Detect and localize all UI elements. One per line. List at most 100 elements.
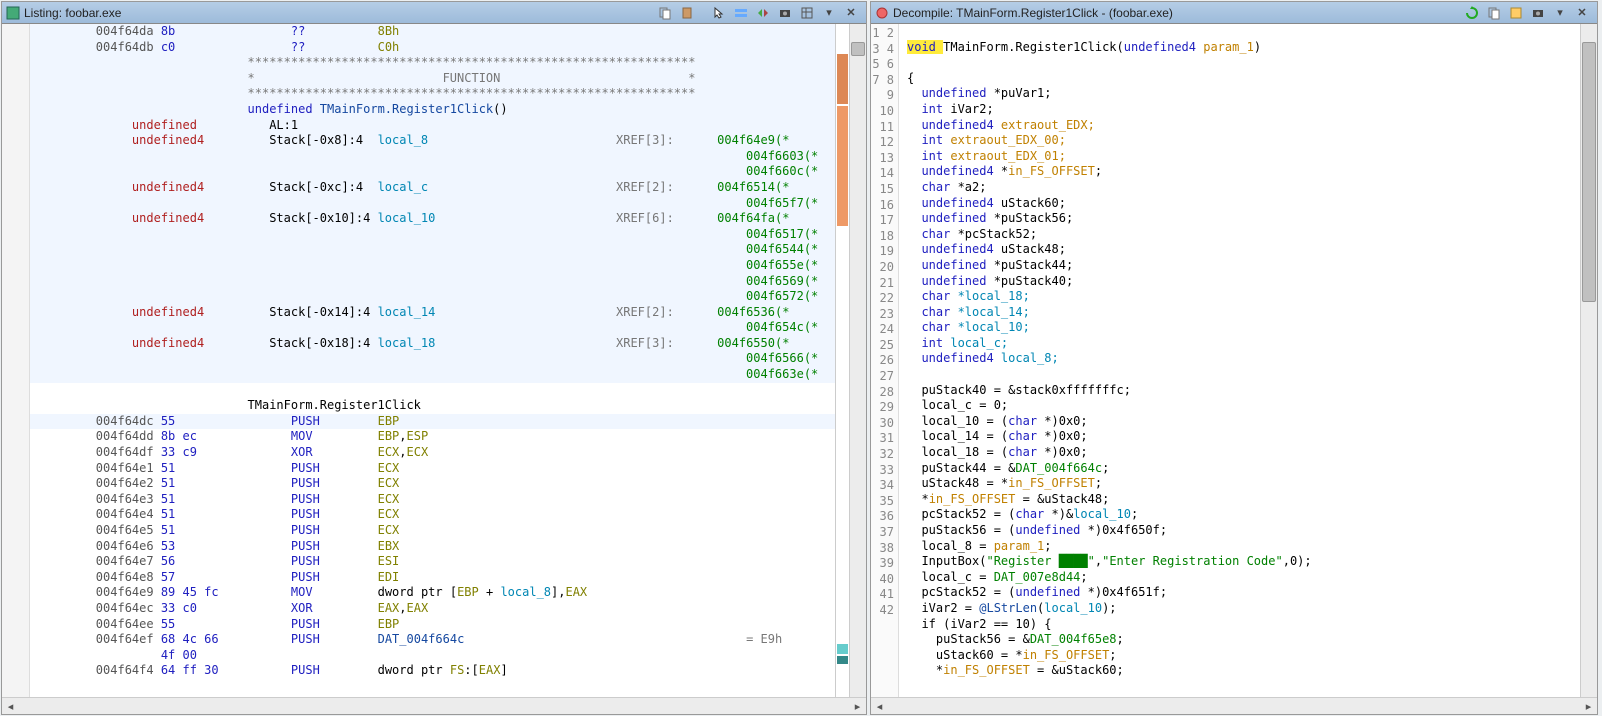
asm-row[interactable]: 004f64e8 57 PUSH EDI: [30, 570, 835, 586]
xref-cont[interactable]: 004f6544(*: [30, 242, 835, 258]
snapshot-decompile-icon[interactable]: [1528, 4, 1548, 22]
decompile-line[interactable]: undefined4 local_8;: [899, 351, 1580, 367]
decompile-line[interactable]: if (iVar2 == 10) {: [899, 617, 1580, 633]
close-decompile-icon[interactable]: ✕: [1572, 4, 1592, 22]
xref-cont[interactable]: 004f655e(*: [30, 258, 835, 274]
decompile-line[interactable]: int local_c;: [899, 336, 1580, 352]
decompile-line[interactable]: *in_FS_OFFSET = &uStack60;: [899, 663, 1580, 679]
xref-cont[interactable]: 004f6517(*: [30, 227, 835, 243]
decompile-line[interactable]: int iVar2;: [899, 102, 1580, 118]
xref-cont[interactable]: 004f654c(*: [30, 320, 835, 336]
asm-row[interactable]: 004f64e6 53 PUSH EBX: [30, 539, 835, 555]
asm-row[interactable]: 004f64e1 51 PUSH ECX: [30, 461, 835, 477]
var-def[interactable]: undefined4 Stack[-0x14]:4 local_14 XREF[…: [30, 305, 835, 321]
refresh-icon[interactable]: [1462, 4, 1482, 22]
decompile-scrollbar-h[interactable]: ◂ ▸: [871, 697, 1597, 714]
decompile-line[interactable]: undefined4 uStack48;: [899, 242, 1580, 258]
scroll-right-decompile-icon[interactable]: ▸: [1580, 699, 1597, 714]
decompile-line[interactable]: [899, 367, 1580, 383]
decompile-line[interactable]: char *local_14;: [899, 305, 1580, 321]
asm-row[interactable]: 004f64e9 89 45 fc MOV dword ptr [EBP + l…: [30, 585, 835, 601]
decompile-line[interactable]: {: [899, 71, 1580, 87]
decompile-line[interactable]: int extraout_EDX_00;: [899, 133, 1580, 149]
asm-row[interactable]: 004f64ee 55 PUSH EBP: [30, 617, 835, 633]
decompile-line[interactable]: local_c = DAT_007e8d44;: [899, 570, 1580, 586]
xref-cont[interactable]: 004f65f7(*: [30, 196, 835, 212]
decompile-line[interactable]: iVar2 = @LStrLen(local_10);: [899, 601, 1580, 617]
decompile-line[interactable]: undefined4 *in_FS_OFFSET;: [899, 164, 1580, 180]
asm-row[interactable]: 004f64e3 51 PUSH ECX: [30, 492, 835, 508]
func-sig[interactable]: undefined TMainForm.Register1Click(): [30, 102, 835, 118]
decompile-line[interactable]: local_18 = (char *)0x0;: [899, 445, 1580, 461]
decompile-line[interactable]: pcStack52 = (char *)&local_10;: [899, 507, 1580, 523]
scroll-left-icon[interactable]: ◂: [2, 699, 19, 714]
asm-row[interactable]: 004f64e7 56 PUSH ESI: [30, 554, 835, 570]
decompile-line[interactable]: void TMainForm.Register1Click(undefined4…: [899, 40, 1580, 56]
decompile-line[interactable]: char *pcStack52;: [899, 227, 1580, 243]
var-def[interactable]: undefined4 Stack[-0x18]:4 local_18 XREF[…: [30, 336, 835, 352]
decompile-line[interactable]: int extraout_EDX_01;: [899, 149, 1580, 165]
copy-decompile-icon[interactable]: [1484, 4, 1504, 22]
asm-row[interactable]: 004f64ec 33 c0 XOR EAX,EAX: [30, 601, 835, 617]
scroll-right-icon[interactable]: ▸: [849, 699, 866, 714]
decompile-line[interactable]: undefined4 extraout_EDX;: [899, 118, 1580, 134]
listing-code[interactable]: 004f64da 8b ?? 8Bh 004f64db c0 ?? C0h **…: [30, 24, 835, 697]
toggle-view-icon[interactable]: [731, 4, 751, 22]
asm-row[interactable]: 004f64dc 55 PUSH EBP: [30, 414, 835, 430]
asm-row[interactable]: 004f64dd 8b ec MOV EBP,ESP: [30, 429, 835, 445]
export-icon[interactable]: [1506, 4, 1526, 22]
asm-row[interactable]: 004f64e2 51 PUSH ECX: [30, 476, 835, 492]
asm-row[interactable]: 004f64e5 51 PUSH ECX: [30, 523, 835, 539]
decompile-line[interactable]: puStack56 = (undefined *)0x4f650f;: [899, 523, 1580, 539]
fn-label[interactable]: TMainForm.Register1Click: [30, 398, 835, 414]
decompile-line[interactable]: undefined *puVar1;: [899, 86, 1580, 102]
decompile-line[interactable]: local_10 = (char *)0x0;: [899, 414, 1580, 430]
asm-row[interactable]: 4f 00: [30, 648, 835, 664]
decompile-line[interactable]: char *local_18;: [899, 289, 1580, 305]
decompile-line[interactable]: *in_FS_OFFSET = &uStack48;: [899, 492, 1580, 508]
dropdown-icon[interactable]: ▾: [819, 4, 839, 22]
decompile-line[interactable]: [899, 24, 1580, 40]
copy-icon[interactable]: [655, 4, 675, 22]
close-listing-icon[interactable]: ✕: [841, 4, 861, 22]
var-def[interactable]: undefined4 Stack[-0x10]:4 local_10 XREF[…: [30, 211, 835, 227]
decompile-code[interactable]: void TMainForm.Register1Click(undefined4…: [899, 24, 1580, 697]
decompile-line[interactable]: InputBox("Register ████","Enter Registra…: [899, 554, 1580, 570]
scroll-left-decompile-icon[interactable]: ◂: [871, 699, 888, 714]
diff-icon[interactable]: [753, 4, 773, 22]
decompile-line[interactable]: puStack44 = &DAT_004f664c;: [899, 461, 1580, 477]
decompile-line[interactable]: uStack48 = *in_FS_OFFSET;: [899, 476, 1580, 492]
asm-row[interactable]: 004f64e4 51 PUSH ECX: [30, 507, 835, 523]
decompile-line[interactable]: local_14 = (char *)0x0;: [899, 429, 1580, 445]
decompile-line[interactable]: puStack40 = &stack0xfffffffc;: [899, 383, 1580, 399]
xref-cont[interactable]: 004f6566(*: [30, 351, 835, 367]
listing-row[interactable]: 004f64da 8b ?? 8Bh: [30, 24, 835, 40]
asm-row[interactable]: 004f64ef 68 4c 66 PUSH DAT_004f664c = E9…: [30, 632, 835, 648]
decompile-line[interactable]: undefined *puStack40;: [899, 274, 1580, 290]
cursor-icon[interactable]: [709, 4, 729, 22]
paste-icon[interactable]: [677, 4, 697, 22]
asm-row[interactable]: 004f64df 33 c9 XOR ECX,ECX: [30, 445, 835, 461]
xref-cont[interactable]: 004f663e(*: [30, 367, 835, 383]
dropdown-decompile-icon[interactable]: ▾: [1550, 4, 1570, 22]
decompile-line[interactable]: undefined4 uStack60;: [899, 196, 1580, 212]
decompile-line[interactable]: undefined *puStack56;: [899, 211, 1580, 227]
xref-cont[interactable]: 004f660c(*: [30, 164, 835, 180]
var-def[interactable]: undefined4 Stack[-0xc]:4 local_c XREF[2]…: [30, 180, 835, 196]
decompile-line[interactable]: local_8 = param_1;: [899, 539, 1580, 555]
xref-cont[interactable]: 004f6603(*: [30, 149, 835, 165]
decompile-line[interactable]: char *local_10;: [899, 320, 1580, 336]
listing-scrollbar-h[interactable]: ◂ ▸: [2, 697, 866, 714]
decompile-line[interactable]: [899, 55, 1580, 71]
decompile-line[interactable]: local_c = 0;: [899, 398, 1580, 414]
xref-cont[interactable]: 004f6569(*: [30, 274, 835, 290]
listing-row[interactable]: 004f64db c0 ?? C0h: [30, 40, 835, 56]
decompile-line[interactable]: char *a2;: [899, 180, 1580, 196]
listing-scrollbar-v[interactable]: [849, 24, 866, 697]
decompile-line[interactable]: puStack56 = &DAT_004f65e8;: [899, 632, 1580, 648]
decompile-line[interactable]: pcStack52 = (undefined *)0x4f651f;: [899, 585, 1580, 601]
var-def[interactable]: undefined AL:1: [30, 118, 835, 134]
fields-icon[interactable]: [797, 4, 817, 22]
decompile-line[interactable]: undefined *puStack44;: [899, 258, 1580, 274]
decompile-line[interactable]: uStack60 = *in_FS_OFFSET;: [899, 648, 1580, 664]
